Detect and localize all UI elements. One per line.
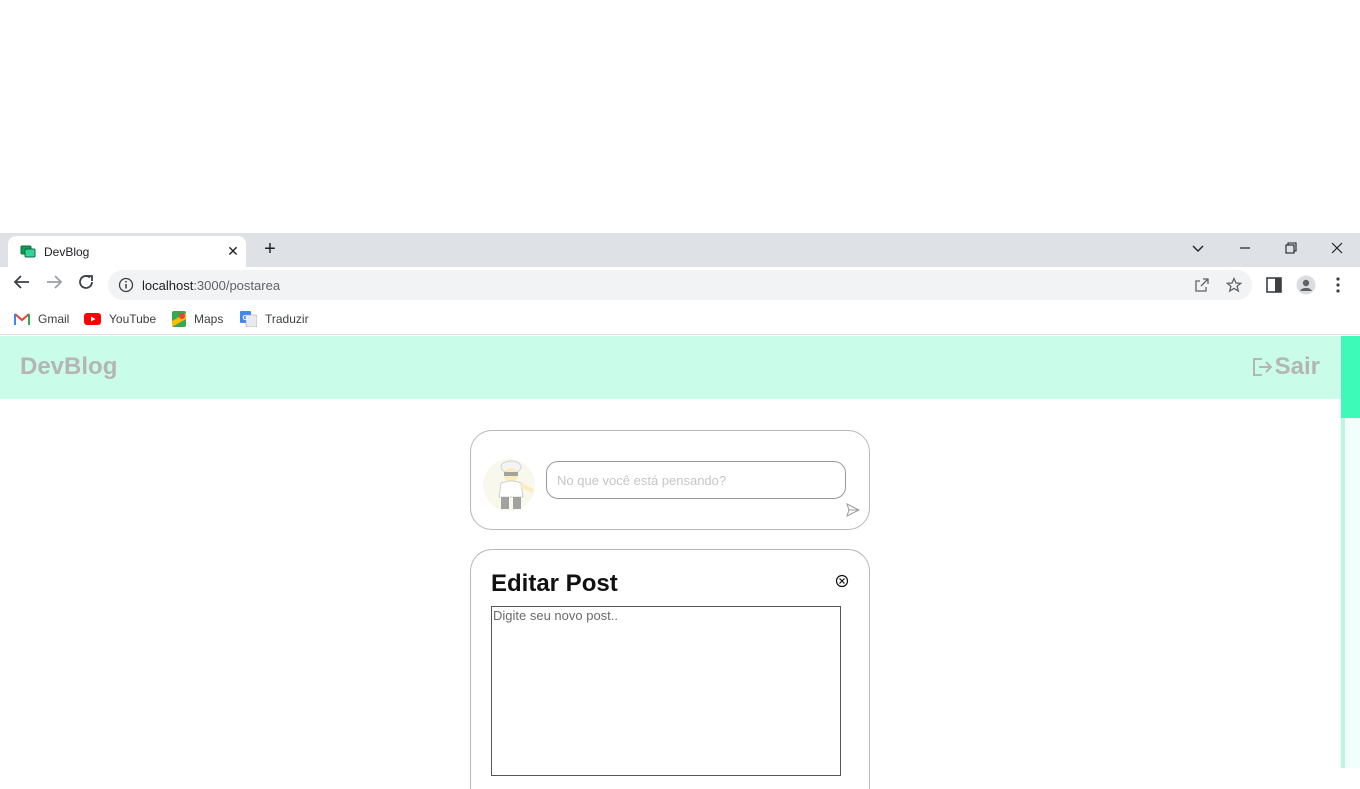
compose-input[interactable] <box>546 461 846 499</box>
edit-post-textarea[interactable] <box>491 606 841 776</box>
bookmark-label: YouTube <box>109 312 157 326</box>
bookmark-gmail[interactable]: Gmail <box>14 309 69 329</box>
url-host: localhost <box>142 278 194 293</box>
back-icon[interactable] <box>10 273 34 297</box>
avatar <box>483 459 535 511</box>
logout-label: Sair <box>1274 353 1320 380</box>
minimize-icon[interactable] <box>1230 237 1260 261</box>
tab-title: DevBlog <box>44 245 90 259</box>
tab-close-icon[interactable]: ✕ <box>224 242 242 260</box>
close-circle-icon[interactable] <box>835 574 849 588</box>
svg-text:G: G <box>243 315 249 322</box>
blank-area <box>0 0 1360 233</box>
youtube-icon <box>84 313 101 325</box>
compose-card <box>470 430 870 530</box>
close-window-icon[interactable] <box>1322 237 1352 261</box>
scrollbar-thumb[interactable] <box>1341 336 1360 418</box>
translate-icon: G <box>240 311 257 327</box>
bookmark-label: Gmail <box>38 312 70 326</box>
web-page: DevBlog Sair Editar Post <box>0 336 1340 789</box>
forward-icon[interactable] <box>42 273 66 297</box>
app-header: DevBlog Sair <box>0 336 1340 399</box>
url-text: localhost:3000/postarea <box>142 278 280 293</box>
send-icon[interactable] <box>846 503 860 517</box>
scrollbar-track <box>1341 418 1345 768</box>
brand-logo[interactable]: DevBlog <box>20 353 117 381</box>
browser-tab[interactable]: DevBlog ✕ <box>8 236 246 267</box>
bookmark-label: Traduzir <box>265 312 309 326</box>
new-tab-icon[interactable]: + <box>259 239 281 261</box>
logout-button[interactable]: Sair <box>1251 353 1320 381</box>
tab-search-chevron-icon[interactable] <box>1183 237 1213 261</box>
tab-strip: DevBlog ✕ + <box>0 233 1360 267</box>
browser-toolbar: localhost:3000/postarea <box>0 267 1360 303</box>
chat-favicon-icon <box>20 245 36 258</box>
side-panel-icon[interactable] <box>1264 275 1284 295</box>
bookmark-maps[interactable]: Maps <box>172 309 223 329</box>
maps-icon <box>172 311 186 327</box>
logout-icon <box>1252 358 1273 376</box>
bookmark-traduzir[interactable]: G Traduzir <box>240 309 309 329</box>
site-info-icon[interactable] <box>118 277 134 293</box>
reload-icon[interactable] <box>74 273 98 297</box>
url-path: :3000/postarea <box>193 278 281 293</box>
bookmark-star-icon[interactable] <box>1226 277 1242 293</box>
bookmark-youtube[interactable]: YouTube <box>84 309 156 329</box>
share-icon[interactable] <box>1194 277 1210 293</box>
address-bar[interactable]: localhost:3000/postarea <box>108 270 1252 300</box>
restore-icon[interactable] <box>1276 237 1306 261</box>
bookmark-label: Maps <box>194 312 224 326</box>
bookmarks-bar: Gmail YouTube Maps G Traduzir <box>0 303 1360 335</box>
browser-menu-icon[interactable] <box>1328 275 1348 295</box>
profile-avatar-icon[interactable] <box>1296 275 1316 295</box>
edit-post-title: Editar Post <box>491 570 618 597</box>
gmail-icon <box>14 313 30 325</box>
edit-post-modal: Editar Post <box>470 549 870 789</box>
